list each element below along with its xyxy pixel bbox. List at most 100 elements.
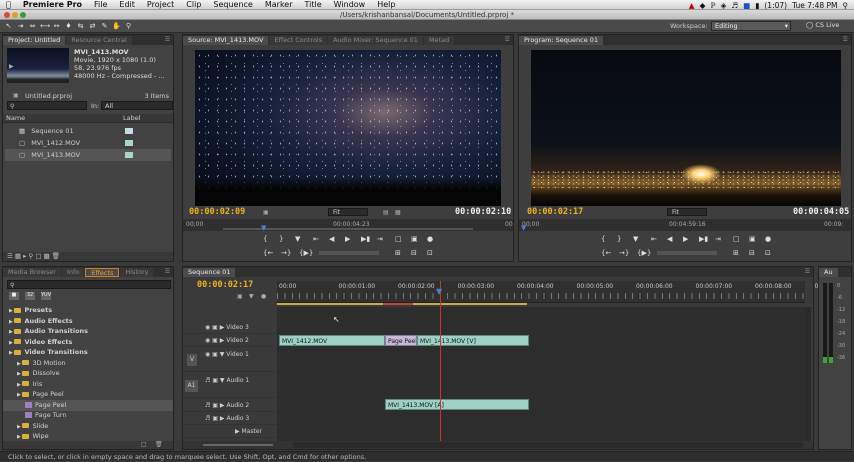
extract-icon[interactable]: ⊟ bbox=[749, 249, 755, 257]
volume-icon[interactable]: ♬ bbox=[731, 1, 738, 10]
panel-menu-icon[interactable]: ☰ bbox=[165, 268, 170, 275]
menu-help[interactable]: Help bbox=[371, 0, 401, 9]
adobe-icon[interactable]: ▲ bbox=[689, 1, 695, 10]
effects-tree-item[interactable]: ▶ Presets bbox=[3, 305, 173, 316]
trim-icon[interactable]: ⊡ bbox=[765, 249, 771, 257]
clip-mvi1413-audio[interactable]: MVI_1413.MOV [A] bbox=[385, 399, 529, 410]
drag-video-icon[interactable]: ▦ bbox=[395, 209, 401, 216]
tab-effect-controls[interactable]: Effect Controls bbox=[269, 36, 328, 45]
mark-out-icon[interactable]: } bbox=[279, 235, 283, 243]
timeline-scrollbar[interactable] bbox=[293, 442, 803, 448]
lock-icon[interactable]: ▣ bbox=[212, 415, 218, 422]
trash-icon[interactable]: 🗑 bbox=[52, 252, 60, 260]
eye-icon[interactable]: ◉ bbox=[183, 337, 210, 344]
new-item-icon[interactable]: ▩ bbox=[44, 252, 50, 260]
selection-tool-icon[interactable]: ↖ bbox=[4, 22, 13, 31]
loop-icon[interactable]: □ bbox=[395, 235, 402, 243]
effects-tree-item[interactable]: Page Turn bbox=[3, 410, 173, 421]
program-current-timecode[interactable]: 00:00:02:17 bbox=[527, 207, 583, 217]
effects-tree-item[interactable]: ▶ Page Peel bbox=[3, 389, 173, 400]
program-video-frame[interactable] bbox=[531, 50, 841, 206]
program-playhead[interactable]: ▼ bbox=[521, 224, 526, 232]
go-to-next-marker-icon[interactable]: →} bbox=[281, 249, 291, 257]
pen-tool-icon[interactable]: ✎ bbox=[100, 22, 109, 31]
panel-menu-icon[interactable]: ☰ bbox=[805, 268, 810, 275]
workspace-select[interactable]: Editing ▾ bbox=[711, 21, 791, 31]
effects-tree-item[interactable]: ▶ Iris bbox=[3, 379, 173, 390]
tab-history[interactable]: History bbox=[120, 268, 154, 277]
minimize-window-button[interactable] bbox=[12, 12, 18, 18]
source-fit-select[interactable]: Fit bbox=[328, 208, 368, 216]
col-label[interactable]: Label bbox=[123, 114, 141, 123]
marker-icon[interactable]: ▼ bbox=[633, 235, 638, 243]
expand-icon[interactable]: ▶ bbox=[183, 428, 242, 435]
toggle-take-icon[interactable]: ⊡ bbox=[427, 249, 433, 257]
tab-metadata[interactable]: Metad bbox=[423, 36, 455, 45]
timeline-ruler[interactable]: 00:00 00:00:01:00 00:00:02:00 00:00:03:00 00… bbox=[277, 281, 824, 303]
apple-menu-icon[interactable]:  bbox=[0, 0, 17, 9]
effects-tree-item[interactable]: ▶ Wipe bbox=[3, 431, 173, 439]
go-to-in-icon[interactable]: ⇤ bbox=[651, 235, 657, 243]
lock-icon[interactable]: ▣ bbox=[212, 324, 218, 331]
track-select-tool-icon[interactable]: ⇥ bbox=[16, 22, 25, 31]
set-marker-icon[interactable]: ▼ bbox=[249, 293, 254, 300]
safe-margins-button-icon[interactable]: ▣ bbox=[749, 235, 756, 243]
rolling-edit-tool-icon[interactable]: ⟷ bbox=[40, 22, 50, 31]
lock-icon[interactable]: ▣ bbox=[212, 402, 218, 409]
menu-project[interactable]: Project bbox=[141, 0, 180, 9]
ripple-edit-tool-icon[interactable]: ⇔ bbox=[28, 22, 37, 31]
play-thumb-icon[interactable]: ▶ bbox=[9, 63, 14, 70]
set-encore-marker-icon[interactable]: ● bbox=[261, 293, 266, 300]
new-bin-icon[interactable]: □ bbox=[141, 441, 147, 448]
step-back-icon[interactable]: ◀ bbox=[329, 235, 334, 243]
tab-program[interactable]: Program: Sequence 01 bbox=[519, 36, 604, 45]
go-to-in-icon[interactable]: ⇤ bbox=[313, 235, 319, 243]
menu-clip[interactable]: Clip bbox=[180, 0, 207, 9]
new-bin-icon[interactable]: □ bbox=[35, 252, 41, 260]
lock-icon[interactable]: ▣ bbox=[212, 351, 218, 358]
loop-icon[interactable]: □ bbox=[733, 235, 740, 243]
app-menu[interactable]: Premiere Pro bbox=[17, 0, 88, 9]
timeline-vertical-scrollbar[interactable] bbox=[805, 307, 811, 441]
menu-window[interactable]: Window bbox=[328, 0, 372, 9]
go-to-out-icon[interactable]: ⇥ bbox=[377, 235, 383, 243]
play-button-icon[interactable]: ▶ bbox=[683, 235, 688, 243]
play-in-to-out-icon[interactable]: {▶} bbox=[299, 249, 313, 257]
transition-page-peel[interactable]: Page Peel bbox=[385, 335, 417, 346]
bluetooth-icon[interactable]: ℙ bbox=[710, 1, 715, 10]
clip-mvi1413-video[interactable]: MVI_1413.MOV [V] bbox=[417, 335, 529, 346]
lift-icon[interactable]: ⊞ bbox=[733, 249, 739, 257]
close-window-button[interactable] bbox=[4, 12, 10, 18]
slide-tool-icon[interactable]: ⇄ bbox=[88, 22, 97, 31]
lock-icon[interactable]: ▣ bbox=[212, 377, 218, 384]
list-view-icon[interactable]: ☰ bbox=[3, 252, 13, 260]
menu-marker[interactable]: Marker bbox=[259, 0, 299, 9]
battery-status[interactable]: (1:07) bbox=[764, 1, 787, 10]
go-to-out-icon[interactable]: ⇥ bbox=[715, 235, 721, 243]
timeline-playhead-line[interactable] bbox=[440, 281, 441, 441]
hand-tool-icon[interactable]: ✋ bbox=[112, 22, 121, 31]
panel-menu-icon[interactable]: ☰ bbox=[505, 36, 510, 43]
program-time-ruler[interactable]: 00;00 00:04:59:16 00:09: ▼ bbox=[519, 219, 851, 232]
panel-menu-icon[interactable]: ☰ bbox=[843, 36, 848, 43]
marker-icon[interactable]: ▼ bbox=[295, 235, 300, 243]
tab-media-browser[interactable]: Media Browser bbox=[3, 268, 61, 277]
menu-sequence[interactable]: Sequence bbox=[207, 0, 258, 9]
project-item-mvi1413[interactable]: ▢ MVI_1413.MOV bbox=[5, 149, 171, 161]
wifi-icon[interactable]: ◈ bbox=[721, 1, 727, 10]
step-forward-icon[interactable]: ▶▮ bbox=[361, 235, 370, 243]
32bit-effects-icon[interactable]: 32 bbox=[25, 292, 35, 300]
effects-tree-item[interactable]: ▶ Audio Transitions bbox=[3, 326, 173, 337]
zoom-tool-icon[interactable]: ⚲ bbox=[124, 22, 133, 31]
step-back-icon[interactable]: ◀ bbox=[667, 235, 672, 243]
export-frame-icon[interactable]: ● bbox=[427, 235, 433, 243]
eye-icon[interactable]: ◉ bbox=[183, 324, 210, 331]
play-in-to-out-icon[interactable]: {▶} bbox=[637, 249, 651, 257]
export-frame-icon[interactable]: ● bbox=[765, 235, 771, 243]
tab-sequence-01[interactable]: Sequence 01 bbox=[183, 268, 236, 277]
snap-icon[interactable]: ▣ bbox=[237, 293, 243, 300]
mark-in-icon[interactable]: { bbox=[263, 235, 267, 243]
timeline-playhead-handle[interactable]: ▼ bbox=[436, 287, 442, 296]
speaker-icon[interactable]: ♬ bbox=[183, 402, 210, 409]
source-current-timecode[interactable]: 00:00:02:09 bbox=[189, 207, 245, 217]
